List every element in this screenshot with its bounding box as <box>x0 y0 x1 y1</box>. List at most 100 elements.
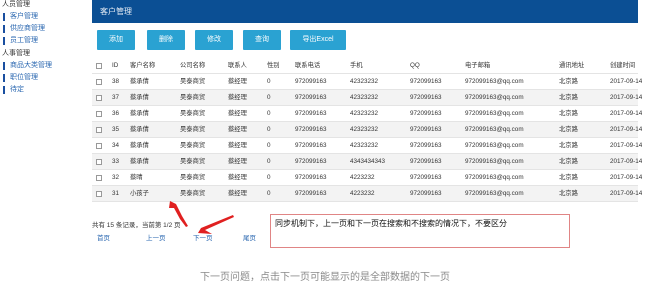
table-cell: 0 <box>267 94 271 101</box>
table-cell: 972099163@qq.com <box>465 94 524 101</box>
table-cell: 972099163 <box>295 126 327 133</box>
table-cell: 昊泰商贸 <box>180 142 206 149</box>
table-cell: 31 <box>112 190 120 197</box>
page-header: 客户管理 <box>92 0 638 23</box>
table-cell: 35 <box>112 126 120 133</box>
table-cell: 蔡经理 <box>228 94 247 101</box>
table-cell: 0 <box>267 126 271 133</box>
prev-page-link[interactable]: 上一页 <box>146 232 166 242</box>
table-cell: 972099163 <box>295 78 327 85</box>
table-row[interactable]: 38 蔡承倩 昊泰商贸 蔡经理 0 972099163 42323232 972099163 9… <box>92 74 642 90</box>
table-cell: 北京路 <box>559 94 578 101</box>
table-cell: 昊泰商贸 <box>180 158 206 165</box>
table-cell: 972099163 <box>295 142 327 149</box>
table-cell: 972099163 <box>410 78 442 85</box>
table-cell: 蔡晴 <box>130 174 143 181</box>
table-row[interactable]: 36 蔡承倩 昊泰商贸 蔡经理 0 972099163 42323232 972099163 9… <box>92 106 642 122</box>
row-checkbox[interactable] <box>96 127 102 133</box>
table-cell: 972099163 <box>410 158 442 165</box>
table-row[interactable]: 34 蔡承倩 昊泰商贸 蔡经理 0 972099163 42323232 972099163 9… <box>92 138 642 154</box>
table-cell: 北京路 <box>559 174 578 181</box>
table-cell: 972099163@qq.com <box>465 126 524 133</box>
row-checkbox[interactable] <box>96 111 102 117</box>
table-cell: 2017-09-14 <box>610 142 643 149</box>
add-button[interactable]: 添加 <box>97 30 135 50</box>
table-cell: 4223232 <box>350 190 375 197</box>
row-checkbox[interactable] <box>96 159 102 165</box>
export-excel-button[interactable]: 导出Excel <box>290 30 346 50</box>
table-cell: 972099163 <box>410 174 442 181</box>
delete-button[interactable]: 删除 <box>147 30 185 50</box>
table-cell: 972099163 <box>410 190 442 197</box>
table-cell: 972099163 <box>410 142 442 149</box>
table-row[interactable]: 37 蔡承倩 昊泰商贸 蔡经理 0 972099163 42323232 972099163 9… <box>92 90 642 106</box>
table-cell: 42323232 <box>350 94 379 101</box>
table-cell: 昊泰商贸 <box>180 126 206 133</box>
table-cell: 蔡经理 <box>228 190 247 197</box>
table-cell: 42323232 <box>350 142 379 149</box>
table-cell: 972099163 <box>295 190 327 197</box>
table-cell: 蔡经理 <box>228 142 247 149</box>
table-cell: 蔡承倩 <box>130 126 149 133</box>
table-row[interactable]: 32 蔡晴 昊泰商贸 蔡经理 0 972099163 4223232 972099163 972… <box>92 170 642 186</box>
table-cell: 972099163 <box>410 110 442 117</box>
table-cell: 4223232 <box>350 174 375 181</box>
table-cell: 2017-09-14 <box>610 190 643 197</box>
table-cell: 972099163 <box>295 94 327 101</box>
row-checkbox[interactable] <box>96 191 102 197</box>
table-cell: 0 <box>267 110 271 117</box>
table-row[interactable]: 31 小孩子 昊泰商贸 蔡经理 0 972099163 4223232 972099163 97… <box>92 186 642 202</box>
row-checkbox[interactable] <box>96 175 102 181</box>
table-cell: 972099163@qq.com <box>465 78 524 85</box>
sidebar-item-customer[interactable]: 客户管理 <box>0 11 88 23</box>
table-cell: 北京路 <box>559 190 578 197</box>
table-cell: 2017-09-14 <box>610 110 643 117</box>
table-cell: 2017-09-14 <box>610 94 643 101</box>
page-title: 客户管理 <box>100 7 132 16</box>
next-page-link[interactable]: 下一页 <box>193 232 213 242</box>
sidebar-item-supplier[interactable]: 供应商管理 <box>0 23 88 35</box>
table-header-row: ID 客户名称 公司名称 联系人 性别 联系电话 手机 QQ 电子邮箱 通讯地址 创建时间 <box>92 58 638 74</box>
sidebar-item-employee[interactable]: 员工管理 <box>0 35 88 47</box>
table-cell: 972099163@qq.com <box>465 174 524 181</box>
table-cell: 蔡承倩 <box>130 94 149 101</box>
table-cell: 972099163@qq.com <box>465 190 524 197</box>
row-checkbox[interactable] <box>96 143 102 149</box>
table-cell: 972099163 <box>410 94 442 101</box>
table-row[interactable]: 33 蔡承倩 昊泰商贸 蔡经理 0 972099163 4343434343 97209916… <box>92 154 642 170</box>
search-button[interactable]: 查询 <box>243 30 281 50</box>
row-checkbox[interactable] <box>96 79 102 85</box>
row-checkbox[interactable] <box>96 95 102 101</box>
table-cell: 北京路 <box>559 78 578 85</box>
table-cell: 0 <box>267 142 271 149</box>
edit-button[interactable]: 修改 <box>195 30 233 50</box>
sidebar-item-pending[interactable]: 待定 <box>0 84 88 96</box>
table-cell: 42323232 <box>350 110 379 117</box>
table-cell: 972099163 <box>410 126 442 133</box>
table-cell: 2017-09-14 <box>610 78 643 85</box>
sidebar-item-category[interactable]: 商品大类管理 <box>0 60 88 72</box>
first-page-link[interactable]: 首页 <box>97 232 110 242</box>
sidebar: 人员管理 客户管理 供应商管理 员工管理 人事管理 商品大类管理 职位管理 待定 <box>0 0 88 100</box>
sidebar-item-position[interactable]: 职位管理 <box>0 72 88 84</box>
table-cell: 0 <box>267 78 271 85</box>
table-cell: 小孩子 <box>130 190 149 197</box>
table-cell: 北京路 <box>559 158 578 165</box>
table-cell: 昊泰商贸 <box>180 174 206 181</box>
last-page-link[interactable]: 尾页 <box>243 232 256 242</box>
table-cell: 北京路 <box>559 142 578 149</box>
table-cell: 蔡经理 <box>228 158 247 165</box>
column-header: 通讯地址 <box>559 62 585 69</box>
sidebar-group-title: 人事管理 <box>2 50 30 57</box>
table-cell: 972099163@qq.com <box>465 142 524 149</box>
column-header: 创建时间 <box>610 62 636 69</box>
select-all-checkbox[interactable] <box>96 63 102 69</box>
table-cell: 972099163@qq.com <box>465 110 524 117</box>
table-cell: 蔡承倩 <box>130 158 149 165</box>
column-header: ID <box>112 62 119 69</box>
table-cell: 昊泰商贸 <box>180 190 206 197</box>
table-cell: 蔡承倩 <box>130 142 149 149</box>
table-row[interactable]: 35 蔡承倩 昊泰商贸 蔡经理 0 972099163 42323232 972099163 9… <box>92 122 642 138</box>
pager-info: 共有 15 条记录，当前第 1/2 页 <box>92 222 181 229</box>
column-header: 客户名称 <box>130 62 156 69</box>
